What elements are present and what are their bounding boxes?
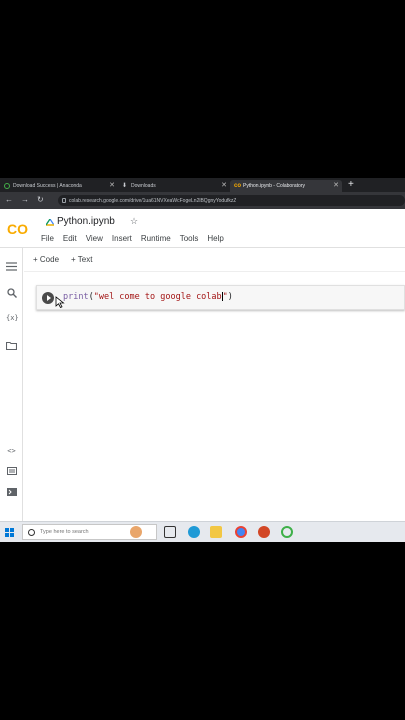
code-editor[interactable]: print("wel come to google colab") [63, 292, 233, 302]
forward-arrow-icon[interactable]: → [21, 195, 29, 204]
colab-logo-icon[interactable]: CO [6, 221, 34, 237]
colab-favicon-icon: co [234, 183, 242, 189]
google-drive-icon [46, 219, 54, 226]
add-text-cell-button[interactable]: + Text [71, 255, 92, 264]
tab-title: Download Success | Anaconda [13, 183, 82, 189]
run-cell-button[interactable] [42, 292, 54, 304]
edge-browser-icon[interactable] [188, 526, 200, 538]
variables-icon[interactable]: {x} [6, 314, 19, 324]
code-snippets-icon[interactable]: <> [6, 447, 17, 457]
url-text: colab.research.google.com/drive/1ua61NVX… [69, 197, 237, 204]
browser-tab-strip: Download Success | Anaconda ✕ ⬇ Download… [0, 178, 405, 192]
add-code-cell-button[interactable]: + Code [33, 255, 59, 264]
header-divider [0, 247, 405, 248]
menu-tools[interactable]: Tools [180, 234, 199, 243]
taskbar-search-input[interactable] [40, 529, 130, 535]
menu-bar: File Edit View Insert Runtime Tools Help [41, 234, 233, 243]
close-tab-icon[interactable]: ✕ [333, 181, 339, 189]
cortana-avatar-icon[interactable] [130, 526, 142, 538]
menu-file[interactable]: File [41, 234, 54, 243]
command-palette-icon[interactable] [6, 467, 17, 477]
address-bar: ← → ↻ colab.research.google.com/drive/1u… [0, 192, 405, 209]
menu-help[interactable]: Help [207, 234, 223, 243]
toolbar-divider [24, 271, 405, 272]
table-of-contents-icon[interactable] [6, 262, 17, 272]
download-icon: ⬇ [122, 183, 128, 189]
tab-colab[interactable]: co Python.ipynb - Colaboratory ✕ [230, 180, 342, 192]
menu-insert[interactable]: Insert [112, 234, 132, 243]
reload-icon[interactable]: ↻ [37, 195, 44, 204]
menu-view[interactable]: View [86, 234, 103, 243]
menu-runtime[interactable]: Runtime [141, 234, 171, 243]
code-paren: ) [227, 292, 233, 302]
chrome-icon[interactable] [235, 526, 247, 538]
close-tab-icon[interactable]: ✕ [109, 181, 115, 189]
new-tab-button[interactable]: + [348, 179, 354, 190]
windows-taskbar [0, 521, 405, 542]
powerpoint-icon[interactable] [258, 526, 270, 538]
code-cell[interactable]: print("wel come to google colab") [36, 285, 405, 310]
terminal-icon[interactable] [6, 488, 17, 498]
tab-anaconda[interactable]: Download Success | Anaconda ✕ [0, 180, 118, 192]
tab-downloads[interactable]: ⬇ Downloads ✕ [118, 180, 230, 192]
close-tab-icon[interactable]: ✕ [221, 181, 227, 189]
tab-title: Downloads [131, 183, 156, 189]
notebook-toolbar: + Code + Text [33, 255, 104, 264]
code-keyword: print [63, 292, 89, 302]
left-sidebar: {x} <> [0, 248, 23, 542]
anaconda-icon[interactable] [281, 526, 293, 538]
search-icon[interactable] [6, 288, 17, 298]
url-field[interactable]: colab.research.google.com/drive/1ua61NVX… [58, 195, 405, 206]
back-arrow-icon[interactable]: ← [5, 195, 13, 204]
file-explorer-icon[interactable] [210, 526, 222, 538]
task-view-icon[interactable] [164, 526, 176, 538]
anaconda-favicon-icon [4, 183, 10, 189]
lock-icon [62, 198, 66, 203]
star-icon[interactable]: ☆ [130, 216, 138, 227]
windows-start-icon[interactable] [5, 528, 14, 537]
svg-text:CO: CO [7, 221, 28, 237]
search-icon [28, 528, 35, 536]
code-string: "wel come to google colab [93, 292, 222, 302]
screen: Download Success | Anaconda ✕ ⬇ Download… [0, 178, 405, 542]
notebook-title[interactable]: Python.ipynb [57, 216, 115, 227]
tab-title: Python.ipynb - Colaboratory [243, 183, 305, 189]
menu-edit[interactable]: Edit [63, 234, 77, 243]
files-folder-icon[interactable] [5, 341, 18, 351]
